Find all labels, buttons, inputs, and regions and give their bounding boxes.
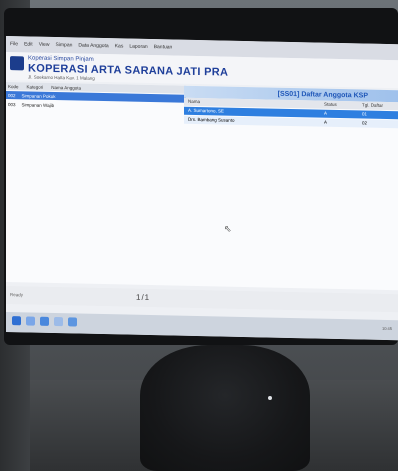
taskbar-app-icon[interactable] (54, 317, 63, 327)
menu-bantuan[interactable]: Bantuan (154, 44, 173, 50)
menu-simpan[interactable]: Simpan (55, 42, 72, 48)
tray-clock: 10:45 (381, 325, 392, 332)
list-col-date[interactable]: Tgl. Daftar (362, 102, 383, 107)
org-address: Jl. Soekarno Hatta Kav. 1 Malang (28, 74, 95, 81)
tree-cell-category: Simpanan Pokok (21, 92, 56, 99)
tree-cell-code: 002 (8, 92, 16, 98)
list-title-text: [SS01] Daftar Anggota KSP (277, 90, 368, 100)
tree-col-code[interactable]: Kode (8, 84, 19, 89)
list-cell-date: 01 (362, 111, 368, 117)
menu-data-anggota[interactable]: Data Anggota (78, 43, 108, 50)
list-cell-status: A (324, 110, 328, 116)
tree-cell-category: Simpanan Wajib (21, 101, 55, 108)
menu-kas[interactable]: Kas (115, 43, 124, 49)
logo-icon (10, 56, 24, 71)
taskbar-app-icon[interactable] (40, 316, 49, 326)
tree-col-category[interactable]: Kategori (27, 84, 44, 89)
menu-edit[interactable]: Edit (24, 41, 33, 47)
taskbar-app-icon[interactable] (26, 316, 35, 326)
list-cell-status: A (324, 119, 328, 125)
list-col-status[interactable]: Status (324, 102, 337, 107)
status-bar: Ready 1/1 (6, 286, 398, 313)
monitor-stand (140, 345, 310, 471)
page-indicator: 1/1 (136, 292, 151, 303)
menu-file[interactable]: File (10, 41, 18, 47)
menu-view[interactable]: View (39, 42, 50, 48)
list-cell-date: 02 (362, 120, 368, 126)
power-indicator-icon (268, 396, 272, 400)
screen: File Edit View Simpan Data Anggota Kas L… (6, 36, 398, 341)
main-panel: Kode Kategori Nama Anggota 002 Simpanan … (6, 82, 398, 291)
list-cell-name: A. Sumartono, SE (188, 107, 225, 114)
status-text: Ready (10, 292, 24, 298)
list-cell-name: Drs. Bambang Susanto (188, 116, 235, 123)
tree-cell-code: 003 (8, 101, 16, 107)
start-button-icon[interactable] (12, 316, 21, 326)
tree-col-name[interactable]: Nama Anggota (51, 84, 81, 90)
taskbar-app-icon[interactable] (68, 317, 77, 327)
mouse-pointer-icon: ⇖ (224, 223, 232, 234)
menu-laporan[interactable]: Laporan (129, 44, 147, 50)
list-col-name[interactable]: Nama (188, 99, 200, 104)
